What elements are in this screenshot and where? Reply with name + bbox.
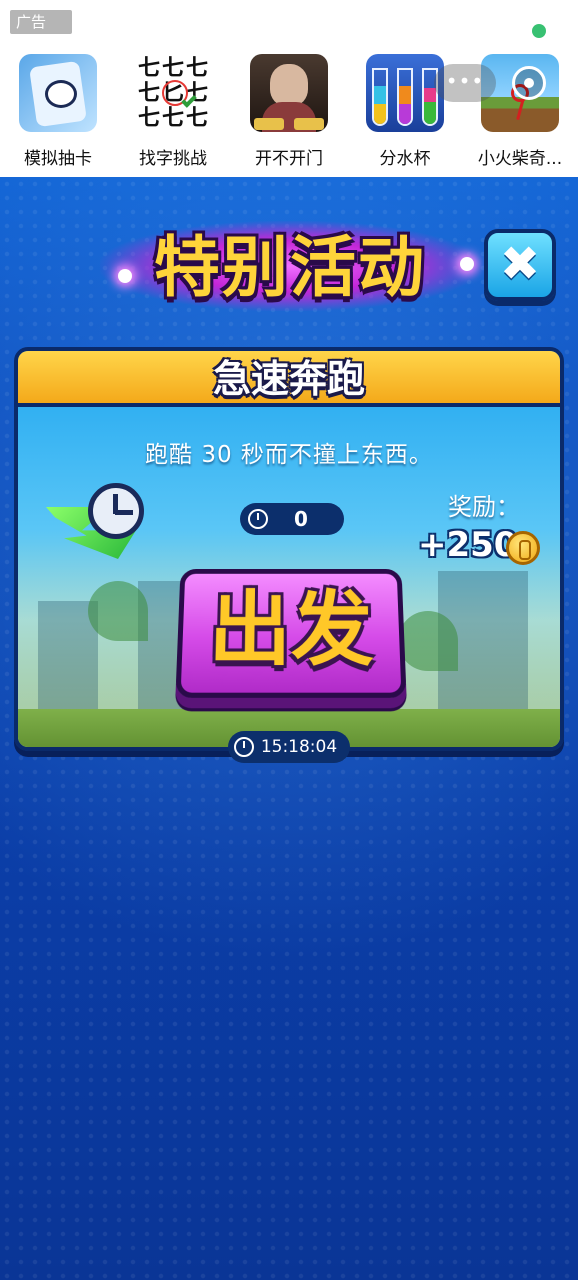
word-grid-icon: 七七七 七匕七 七七七 [134, 54, 212, 132]
ad-app-name: 小火柴奇... [477, 149, 563, 169]
go-button-label: 出发 [207, 583, 375, 678]
no-open-door-tag [294, 118, 324, 130]
more-options-icon[interactable]: ••• [434, 64, 496, 102]
ad-app-name: 模拟抽卡 [24, 149, 92, 169]
mic-indicator-icon [532, 24, 546, 38]
ad-app-name: 开不开门 [255, 149, 323, 169]
ad-app-word-challenge[interactable]: 七七七 七匕七 七七七 找字挑战 [123, 54, 223, 169]
go-button[interactable]: 出发 [175, 569, 407, 698]
tube-icon [372, 68, 388, 126]
card-header: 急速奔跑 [18, 351, 560, 407]
page-title: 特别活动 [154, 229, 426, 306]
open-door-tag [254, 118, 284, 130]
target-icon[interactable] [512, 66, 546, 100]
reward-value: +250 [418, 525, 518, 565]
timer-icon [248, 509, 268, 529]
ad-label: 广告 [10, 10, 72, 34]
event-card: 急速奔跑 跑酷 30 秒而不撞上东西。 0 奖励： +250 出发 [14, 347, 564, 751]
game-screen: 特别活动 ✖ 急速奔跑 跑酷 30 秒而不撞上东西。 0 奖励： +250 出发… [0, 177, 578, 1280]
ad-app-open-door[interactable]: 开不开门 [239, 54, 339, 169]
close-icon: ✖ [499, 236, 541, 292]
ad-banner: 广告 模拟抽卡 七七七 七匕七 七七七 找字挑战 开不开门 分水杯 小火柴奇..… [0, 0, 578, 177]
card-title: 急速奔跑 [212, 357, 365, 401]
water-sort-icon [366, 54, 444, 132]
ad-app-name: 找字挑战 [139, 149, 207, 169]
ad-app-name: 分水杯 [379, 149, 431, 169]
event-description: 跑酷 30 秒而不撞上东西。 [145, 442, 433, 468]
reward-label: 奖励： [448, 493, 520, 521]
progress-counter: 0 [240, 503, 344, 535]
tube-icon [397, 68, 413, 126]
close-button[interactable]: ✖ [484, 229, 556, 301]
clock-icon [88, 483, 144, 539]
timer-value: 15:18:04 [260, 737, 338, 757]
countdown-timer: 15:18:04 [228, 731, 350, 763]
coin-icon [506, 531, 540, 565]
speed-clock-icon [44, 481, 154, 577]
counter-value: 0 [294, 507, 308, 531]
card-pack-icon [19, 54, 97, 132]
old-woman-door-icon [250, 54, 328, 132]
ad-app-card-draw[interactable]: 模拟抽卡 [8, 54, 108, 169]
timer-icon [234, 737, 254, 757]
